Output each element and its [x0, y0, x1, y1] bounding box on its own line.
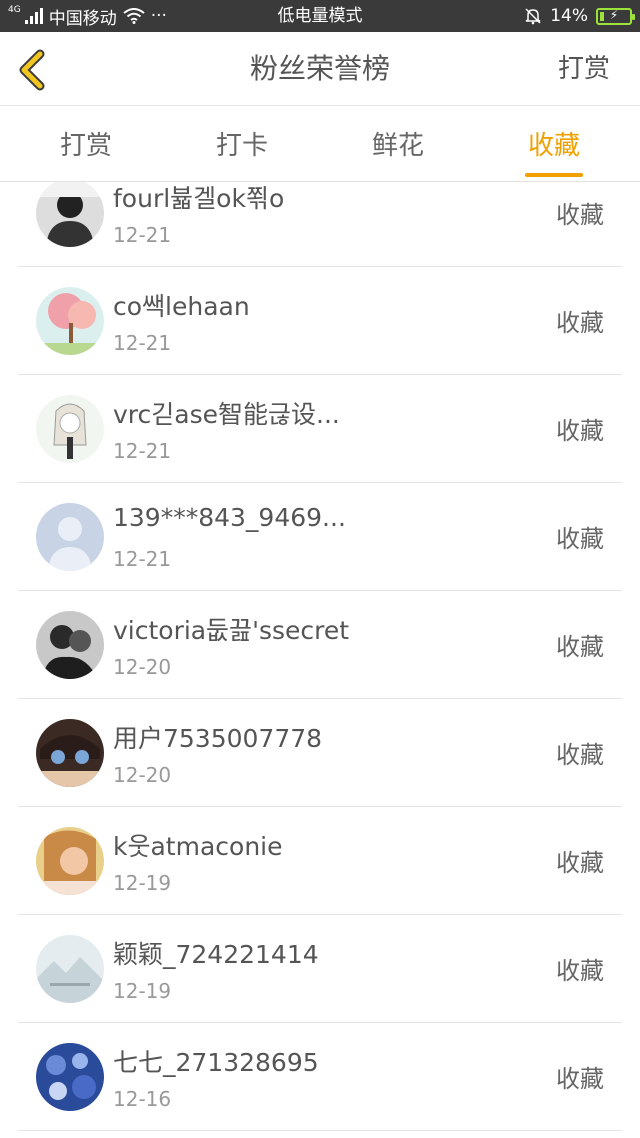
- date-label: 12-16: [113, 1087, 172, 1111]
- list-item[interactable]: co쌕lehaan 12-21 收藏: [18, 267, 622, 375]
- action-label: 收藏: [556, 849, 604, 877]
- avatar[interactable]: [36, 611, 104, 679]
- chevron-left-icon: [19, 49, 45, 91]
- tab-reward[interactable]: 打赏: [8, 106, 164, 181]
- date-label: 12-19: [113, 871, 172, 895]
- tab-favorites[interactable]: 收藏: [476, 106, 632, 181]
- wifi-icon: [123, 8, 145, 24]
- status-right: 14% ⚡: [524, 0, 635, 32]
- tab-bar: 打赏 打卡 鲜花 收藏: [0, 106, 640, 182]
- list-item[interactable]: k웃atmaconie 12-19 收藏: [18, 807, 622, 915]
- user-name: 用户7535007778: [113, 724, 323, 753]
- date-label: 12-21: [113, 439, 172, 463]
- list-item[interactable]: 颖颖_724221414 12-19 收藏: [18, 915, 622, 1023]
- date-label: 12-21: [113, 223, 172, 247]
- more-indicator: ···: [150, 6, 167, 26]
- list-item[interactable]: 139***843_9469... 12-21 收藏: [18, 483, 622, 591]
- carrier-name: 中国移动: [48, 8, 117, 29]
- date-label: 12-20: [113, 763, 172, 787]
- network-type: 4G: [8, 4, 21, 15]
- action-label: 收藏: [556, 957, 604, 985]
- nav-bar: 粉丝荣誉榜 打赏: [0, 32, 640, 106]
- date-label: 12-19: [113, 979, 172, 1003]
- avatar[interactable]: [36, 395, 104, 463]
- avatar[interactable]: [36, 1043, 104, 1111]
- user-name: co쌕lehaan: [113, 292, 250, 321]
- user-name: victoria둢끒'ssecret: [113, 616, 350, 645]
- action-label: 收藏: [556, 1065, 604, 1093]
- action-label: 收藏: [556, 741, 604, 769]
- list-item[interactable]: 用户7535007778 12-20 收藏: [18, 699, 622, 807]
- battery-icon: ⚡: [596, 7, 635, 25]
- tab-checkin[interactable]: 打卡: [164, 106, 320, 181]
- user-name: 七七_271328695: [113, 1048, 319, 1077]
- action-label: 收藏: [556, 417, 604, 445]
- mute-bell-icon: [525, 8, 541, 25]
- list-item[interactable]: vrc긷ase智能귾设... 12-21 收藏: [18, 375, 622, 483]
- fan-list[interactable]: fourl뷻겔ok쬒o 12-21 收藏 co쌕lehaan 12-21 收藏 …: [0, 182, 640, 1138]
- date-label: 12-20: [113, 655, 172, 679]
- avatar[interactable]: [36, 287, 104, 355]
- avatar[interactable]: [36, 935, 104, 1003]
- list-item[interactable]: 七七_271328695 12-16 收藏: [18, 1023, 622, 1131]
- user-name: 颖颖_724221414: [113, 940, 319, 969]
- reward-button[interactable]: 打赏: [558, 32, 610, 106]
- list-item[interactable]: victoria둢끒'ssecret 12-20 收藏: [18, 591, 622, 699]
- avatar[interactable]: [36, 503, 104, 571]
- avatar[interactable]: [36, 827, 104, 895]
- tab-flowers[interactable]: 鲜花: [320, 106, 476, 181]
- action-label: 收藏: [556, 309, 604, 337]
- status-left: 4G 中国移动 ···: [8, 0, 167, 32]
- avatar[interactable]: [36, 182, 104, 247]
- list-item[interactable]: fourl뷻겔ok쬒o 12-21 收藏: [18, 182, 622, 267]
- page-title: 粉丝荣誉榜: [249, 52, 390, 85]
- date-label: 12-21: [113, 331, 172, 355]
- signal-icon: [24, 8, 43, 24]
- status-bar: 4G 中国移动 ··· 低电量模式 14% ⚡: [0, 0, 640, 32]
- avatar[interactable]: [36, 719, 104, 787]
- action-label: 收藏: [556, 201, 604, 229]
- user-name: 139***843_9469...: [113, 503, 346, 532]
- action-label: 收藏: [556, 633, 604, 661]
- back-button[interactable]: [14, 48, 54, 92]
- user-name: fourl뷻겔ok쬒o: [113, 184, 285, 213]
- battery-percent: 14%: [550, 6, 588, 26]
- user-name: k웃atmaconie: [113, 832, 283, 861]
- action-label: 收藏: [556, 525, 604, 553]
- user-name: vrc긷ase智能귾设...: [113, 400, 340, 429]
- date-label: 12-21: [113, 547, 172, 571]
